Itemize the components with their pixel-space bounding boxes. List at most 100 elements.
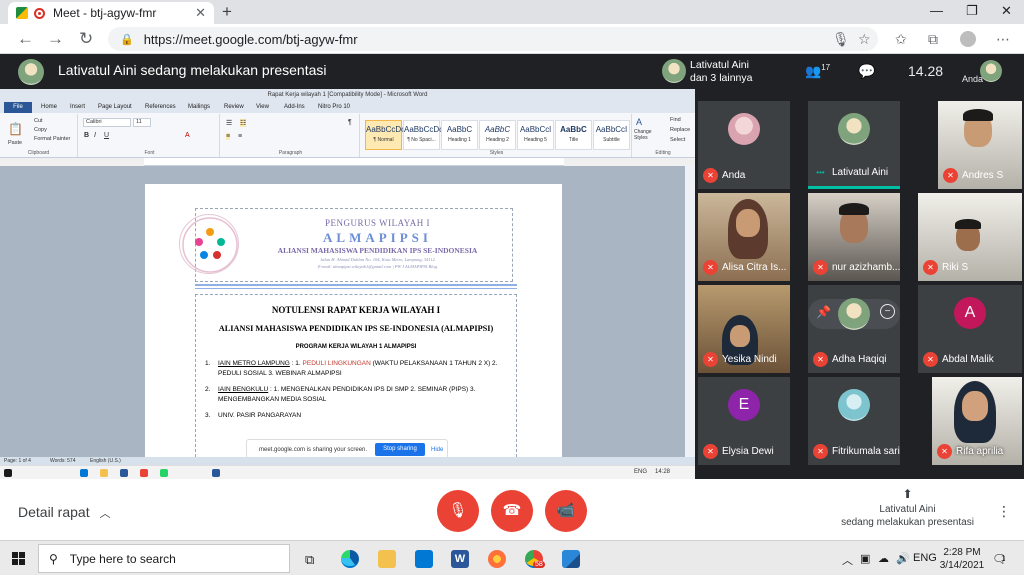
extensions-icon[interactable]: ⧉: [928, 31, 938, 48]
align-left-icon[interactable]: ≡: [226, 133, 231, 140]
bullets-icon[interactable]: ☰: [226, 119, 232, 127]
taskbar-search-box[interactable]: ⚲ Type here to search: [38, 544, 290, 573]
vertical-scrollbar[interactable]: [685, 166, 695, 457]
word-tab-page-layout[interactable]: Page Layout: [98, 104, 132, 110]
participant-tile[interactable]: ✕ nur azizhamb...: [808, 193, 900, 281]
leave-call-button[interactable]: ☎: [491, 490, 533, 532]
more-options-icon[interactable]: ⋮: [997, 503, 1011, 520]
word-tab-mailings[interactable]: Mailings: [188, 104, 210, 110]
address-bar[interactable]: 🔒 https://meet.google.com/btj-agyw-fmr: [108, 27, 878, 51]
word-tab-review[interactable]: Review: [224, 104, 244, 110]
presentation-status-text: sedang melakukan presentasi: [841, 517, 974, 528]
word-tab-view[interactable]: View: [256, 104, 269, 110]
forward-arrow-icon[interactable]: →: [47, 29, 64, 49]
restore-button[interactable]: ❐: [966, 3, 978, 19]
tab-close-icon[interactable]: ✕: [195, 5, 206, 21]
find-button[interactable]: Find: [670, 117, 681, 123]
participant-tile[interactable]: ••• Lativatul Aini: [808, 101, 900, 189]
select-button[interactable]: Select: [670, 137, 685, 143]
style-heading-2[interactable]: AaBbC Heading 2: [479, 120, 516, 150]
participant-tile[interactable]: ✕ Fitrikumala sari: [808, 377, 900, 465]
numbering-icon[interactable]: ☷: [240, 119, 247, 127]
participant-avatar: [838, 113, 870, 145]
shared-chrome-icon: [140, 469, 148, 477]
participant-tile[interactable]: ✕ Riki S: [918, 193, 1022, 281]
pilcrow-icon[interactable]: ¶: [348, 119, 352, 126]
pin-icon[interactable]: 📌: [816, 305, 831, 319]
participant-tile[interactable]: ✕ Andres S: [938, 101, 1022, 189]
style-no-spacing[interactable]: AaBbCcDc ¶ No Spaci...: [403, 120, 443, 150]
chat-icon[interactable]: 💬: [858, 63, 875, 80]
font-name-box[interactable]: Calibri: [83, 118, 131, 127]
word-tab-nitro[interactable]: Nitro Pro 10: [318, 104, 350, 110]
participant-tile[interactable]: A ✕ Abdal Malik: [918, 285, 1022, 373]
word-tab-add-ins[interactable]: Add-Ins: [284, 104, 305, 110]
style-normal[interactable]: AaBbCcDc ¶ Normal: [365, 120, 405, 150]
back-arrow-icon[interactable]: ←: [17, 29, 34, 49]
underline-button[interactable]: U: [104, 132, 109, 139]
participant-tile[interactable]: ✕ Rifa aprilia: [932, 377, 1022, 465]
tab-title: Meet - btj-agyw-fmr: [53, 6, 157, 20]
font-size-box[interactable]: 11: [133, 118, 151, 127]
input-language[interactable]: ENG: [913, 552, 937, 564]
favorite-star-icon[interactable]: ☆: [858, 31, 871, 48]
word-file-tab[interactable]: File: [4, 102, 32, 113]
word-tab-home[interactable]: Home: [41, 104, 57, 110]
browser-tab-meet[interactable]: Meet - btj-agyw-fmr ✕: [8, 2, 214, 24]
bold-button[interactable]: B: [84, 132, 89, 139]
participant-tile[interactable]: ✕ Alisa Citra Is...: [698, 193, 790, 281]
format-painter-button[interactable]: Format Painter: [34, 136, 70, 142]
remove-icon[interactable]: −: [880, 304, 895, 319]
minimize-button[interactable]: —: [930, 3, 943, 18]
taskbar-clock[interactable]: 2:28 PM 3/14/2021: [937, 546, 987, 572]
reload-icon[interactable]: ↻: [79, 29, 93, 49]
file-explorer-icon[interactable]: [378, 550, 396, 568]
windows-start-icon[interactable]: [12, 552, 26, 566]
presenter-thumbnail[interactable]: [662, 59, 686, 83]
style-heading-1[interactable]: AaBbC Heading 1: [441, 120, 478, 150]
paste-button[interactable]: Paste: [8, 140, 22, 146]
word-tab-insert[interactable]: Insert: [70, 104, 85, 110]
presentation-status[interactable]: ⬆ Lativatul Aini sedang melakukan presen…: [830, 488, 985, 529]
replace-button[interactable]: Replace: [670, 127, 690, 133]
show-hidden-icons-chevron[interactable]: ︿: [842, 552, 853, 568]
mail-icon[interactable]: [415, 550, 433, 568]
task-view-icon[interactable]: ⧉: [305, 552, 314, 568]
style-title[interactable]: AaBbC Title: [555, 120, 592, 150]
collections-icon[interactable]: ✩: [895, 31, 907, 48]
copy-button[interactable]: Copy: [34, 127, 47, 133]
browser-menu-icon[interactable]: ⋯: [996, 31, 1010, 48]
cut-button[interactable]: Cut: [34, 118, 43, 124]
edge-icon[interactable]: [341, 550, 359, 568]
document-page[interactable]: PENGURUS WILAYAH I ALMAPIPSI ALIANSI MAH…: [145, 184, 562, 457]
microphone-permission-icon[interactable]: 🎙: [832, 31, 850, 48]
style-subtitle[interactable]: AaBbCcI Subtitle: [593, 120, 630, 150]
participant-tile[interactable]: ✕ Yesika Nindi: [698, 285, 790, 373]
align-center-icon[interactable]: ≡: [238, 133, 242, 140]
window-close-button[interactable]: ✕: [1001, 3, 1012, 19]
word-icon[interactable]: W: [451, 550, 469, 568]
meet-camera-tray-icon[interactable]: ▣: [860, 552, 870, 565]
network-icon[interactable]: ☁: [878, 552, 889, 565]
meeting-details-button[interactable]: Detail rapat ︿: [18, 504, 111, 521]
mic-toggle-button[interactable]: 🎙: [437, 490, 479, 532]
volume-icon[interactable]: 🔊: [896, 552, 910, 565]
profile-avatar[interactable]: [960, 31, 976, 47]
font-color-button[interactable]: A: [185, 132, 190, 139]
participant-tile[interactable]: 📌 − ✕ Adha Haqiqi: [808, 285, 900, 373]
change-styles-button[interactable]: Change Styles: [634, 129, 656, 141]
photos-icon[interactable]: [562, 550, 580, 568]
firefox-icon[interactable]: [488, 550, 506, 568]
participant-tile[interactable]: ✕ Anda: [698, 101, 790, 189]
camera-toggle-button[interactable]: 📹: [545, 490, 587, 532]
stop-sharing-button[interactable]: Stop sharing: [375, 443, 425, 456]
self-avatar[interactable]: [980, 60, 1002, 82]
hide-banner-button[interactable]: Hide: [431, 447, 443, 453]
style-heading-5[interactable]: AaBbCcl Heading 5: [517, 120, 554, 150]
participant-tile[interactable]: E ✕ Elysia Dewi: [698, 377, 790, 465]
people-button[interactable]: 👥17: [805, 63, 830, 79]
italic-button[interactable]: I: [94, 132, 96, 139]
item-1-text-b: (WAKTU PELAKSANAAN 1 TAHUN 2 X) 2.: [370, 360, 498, 367]
new-tab-button[interactable]: +: [222, 2, 232, 22]
word-tab-references[interactable]: References: [145, 104, 176, 110]
